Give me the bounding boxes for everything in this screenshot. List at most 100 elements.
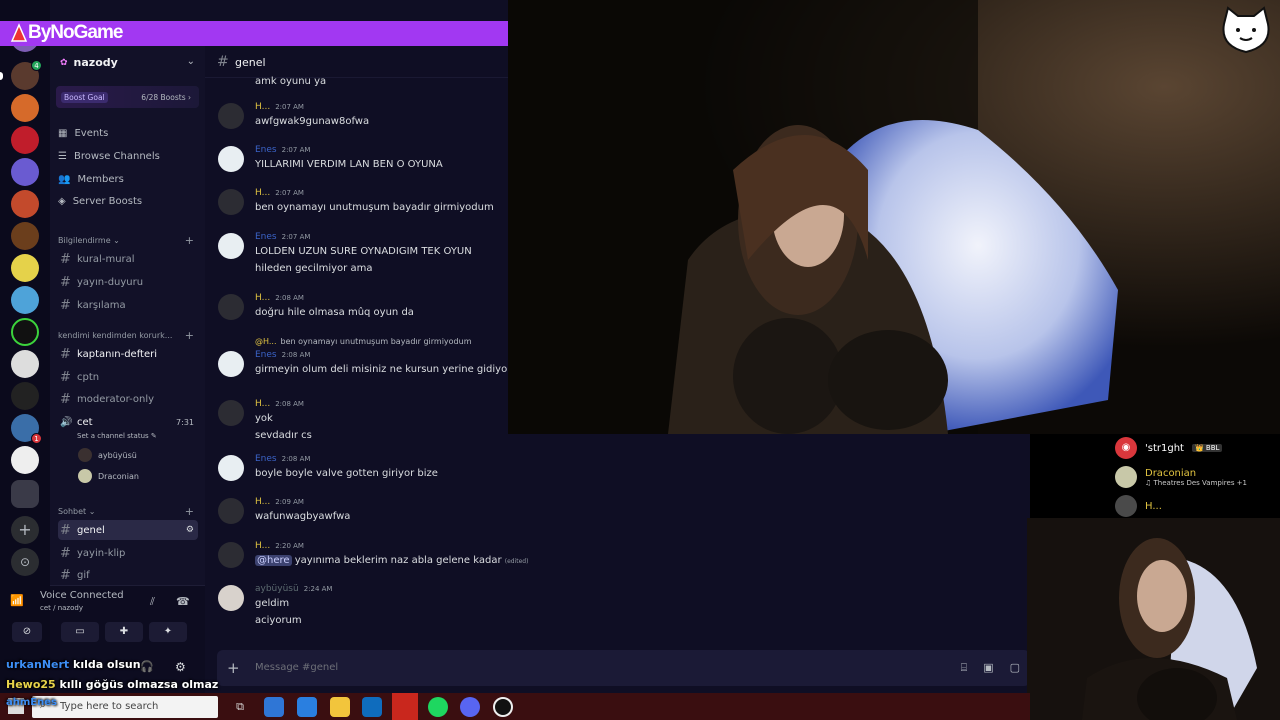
channel-yayin-klip[interactable]: # yayin-klip [58,543,198,563]
activities-button[interactable]: ✚ [105,622,143,642]
server-icon[interactable] [11,350,39,378]
soundboard-button[interactable]: ✦ [149,622,187,642]
add-channel-icon[interactable]: + [185,329,194,342]
server-icon[interactable] [11,158,39,186]
obs-icon[interactable] [493,697,513,717]
category-info[interactable]: Bilgilendirme ⌄ + [58,234,196,247]
copilot-icon[interactable] [264,697,284,717]
avatar[interactable] [218,294,244,320]
avatar[interactable] [218,455,244,481]
discover-icon[interactable]: ⊙ [11,548,39,576]
channel-cptn[interactable]: # cptn [58,367,198,387]
sticker-icon[interactable]: ▢ [1010,661,1020,675]
taskbar: ⌕ Type here to search ⧉ [0,693,1030,720]
message-composer[interactable]: + Message #genel ⌸ ▣ ▢ [217,650,1030,686]
avatar[interactable] [218,351,244,377]
opera-icon[interactable] [392,693,418,720]
message-username[interactable]: H... [255,541,270,551]
spotify-icon[interactable] [428,697,448,717]
voice-user[interactable]: aybüyüsü [78,448,137,462]
taskbar-search[interactable]: ⌕ Type here to search [32,696,218,718]
server-icon[interactable] [11,190,39,218]
discord-app-icon[interactable] [460,697,480,717]
server-icon[interactable] [11,318,39,346]
avatar[interactable] [218,498,244,524]
add-channel-icon[interactable]: + [185,505,194,518]
boost-goal-bar[interactable]: Boost Goal 6/28 Boosts › [56,86,199,108]
camera-off-button[interactable]: ⊘ [12,622,42,642]
server-folder[interactable] [11,480,39,508]
channel-moderator-only[interactable]: # moderator-only [58,389,198,409]
message-header: Enes 2:07 AM [255,232,310,242]
category-chat[interactable]: Sohbet ⌄ + [58,505,196,518]
noise-suppression-icon[interactable]: ⫽ [150,595,155,609]
server-name[interactable]: ✿ nazody [60,56,118,69]
store-icon[interactable] [297,697,317,717]
nav-browse-channels[interactable]: ☰ Browse Channels [58,151,160,162]
voice-channel-cet[interactable]: 🔊 cet 7:31 [58,412,198,432]
channel-kaptanin-defteri[interactable]: # kaptanın-defteri [58,344,198,364]
channel-yayin-duyuru[interactable]: # yayın-duyuru [58,272,198,292]
avatar[interactable] [218,146,244,172]
message-header: Enes 2:08 AM [255,454,310,464]
avatar[interactable] [218,585,244,611]
disconnect-icon[interactable]: ☎ [176,595,190,608]
channel-genel[interactable]: # genel ⚙ [58,520,198,540]
channel-kural-mural[interactable]: # kural-mural [58,249,198,269]
headphones-icon[interactable]: 🎧 [140,660,154,673]
avatar[interactable] [218,103,244,129]
channel-gif[interactable]: # gif [58,565,198,585]
reply-preview[interactable]: @H... ben oynamayı unutmuşum bayadır girm… [255,337,472,346]
gift-icon[interactable]: ⌸ [961,661,968,675]
message-username[interactable]: Enes [255,232,277,242]
message-username[interactable]: Enes [255,145,277,155]
screen-share-button[interactable]: ▭ [61,622,99,642]
file-explorer-icon[interactable] [330,697,350,717]
nav-members[interactable]: 👥 Members [58,174,124,185]
avatar[interactable] [218,233,244,259]
add-server-icon[interactable]: + [11,516,39,544]
channel-settings-icon[interactable]: ⚙ [186,525,198,535]
gif-icon[interactable]: ▣ [983,661,993,675]
mention-here[interactable]: @here [255,555,292,566]
nav-server-boosts[interactable]: ◈ Server Boosts [58,196,142,207]
avatar[interactable] [218,400,244,426]
message-username[interactable]: Enes [255,454,277,464]
message-header: Enes 2:08 AM [255,350,310,360]
server-icon[interactable] [11,286,39,314]
webcam-preview [1027,518,1280,720]
message-username[interactable]: H... [255,399,270,409]
message-username[interactable]: H... [255,102,270,112]
chevron-down-icon[interactable]: ⌄ [187,56,195,67]
user-settings-icon[interactable]: ⚙ [175,660,186,674]
signal-icon: 📶 [10,594,24,607]
avatar[interactable] [218,189,244,215]
task-view-icon[interactable]: ⧉ [230,697,250,717]
nav-events[interactable]: ▦ Events [58,128,108,139]
server-icon[interactable]: 1 [11,414,42,444]
add-attachment-icon[interactable]: + [227,659,240,677]
brand-banner: ByNoGame [0,21,508,46]
message-username[interactable]: H... [255,293,270,303]
voice-user[interactable]: Draconian [78,469,139,483]
outlook-icon[interactable] [362,697,382,717]
voice-overlay-user: H... [1115,495,1162,517]
server-icon[interactable] [11,382,39,410]
voice-connected-sub[interactable]: cet / nazody [40,604,83,612]
server-icon[interactable] [11,222,39,250]
server-icon[interactable] [11,446,39,474]
add-channel-icon[interactable]: + [185,234,194,247]
channel-status[interactable]: Set a channel status ✎ [77,432,157,440]
message-username[interactable]: H... [255,497,270,507]
message-username[interactable]: Enes [255,350,277,360]
message-username[interactable]: aybüyüsü [255,584,299,594]
server-icon[interactable]: 4 [11,60,42,90]
channel-karsilama[interactable]: # karşılama [58,295,198,315]
message-username[interactable]: H... [255,188,270,198]
server-icon[interactable] [11,94,39,122]
composer-placeholder: Message #genel [255,662,339,673]
server-icon[interactable] [11,126,39,154]
category-self[interactable]: kendimi kendimden korurk... + [58,329,196,342]
avatar[interactable] [218,542,244,568]
server-icon[interactable] [11,254,39,282]
